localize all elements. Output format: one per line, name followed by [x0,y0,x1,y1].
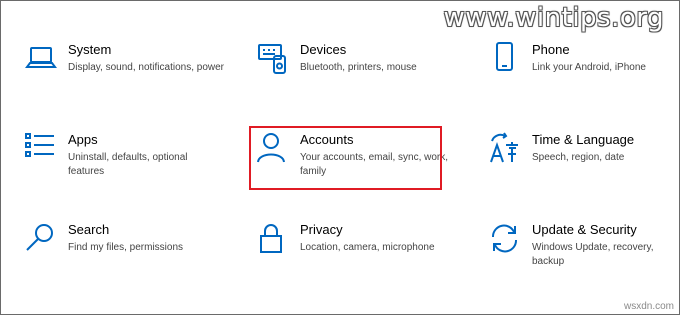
tile-description: Speech, region, date [532,152,625,163]
laptop-icon [24,42,58,76]
settings-tile-update-security[interactable]: Update & Security Windows Update, recove… [488,222,680,269]
tile-description: Bluetooth, printers, mouse [300,62,417,73]
tile-description: Display, sound, notifications, power [68,62,225,73]
devices-icon [256,42,290,76]
phone-icon [488,42,522,76]
settings-tile-privacy[interactable]: Privacy Location, camera, microphone [256,222,456,256]
tile-title: Privacy [300,222,343,237]
language-icon [488,132,522,166]
tile-description: Windows Update, recovery, backup [532,242,654,267]
tile-title: Devices [300,42,347,57]
settings-tile-time-language[interactable]: Time & Language Speech, region, date [488,132,680,166]
tile-title: Phone [532,42,570,57]
settings-tile-devices[interactable]: Devices Bluetooth, printers, mouse [256,42,456,76]
footer-watermark: wsxdn.com [623,301,674,312]
settings-tile-apps[interactable]: Apps Uninstall, defaults, optional featu… [24,132,224,179]
tile-title: System [68,42,112,57]
tile-title: Apps [68,132,98,147]
tile-title: Time & Language [532,132,635,147]
tile-description: Uninstall, defaults, optional features [68,152,188,177]
tile-title: Search [68,222,110,237]
settings-tile-system[interactable]: System Display, sound, notifications, po… [24,42,224,76]
tile-description: Link your Android, iPhone [532,62,646,73]
tile-description: Location, camera, microphone [300,242,435,253]
accounts-highlight-box [249,126,442,190]
tile-description: Find my files, permissions [68,242,184,253]
apps-icon [24,132,58,166]
lock-icon [256,222,290,256]
sync-icon [488,222,522,256]
settings-tile-phone[interactable]: Phone Link your Android, iPhone [488,42,680,76]
tile-title: Update & Security [532,222,637,237]
settings-tile-search[interactable]: Search Find my files, permissions [24,222,224,256]
search-icon [24,222,58,256]
watermark: www.wintips.org [443,3,664,33]
